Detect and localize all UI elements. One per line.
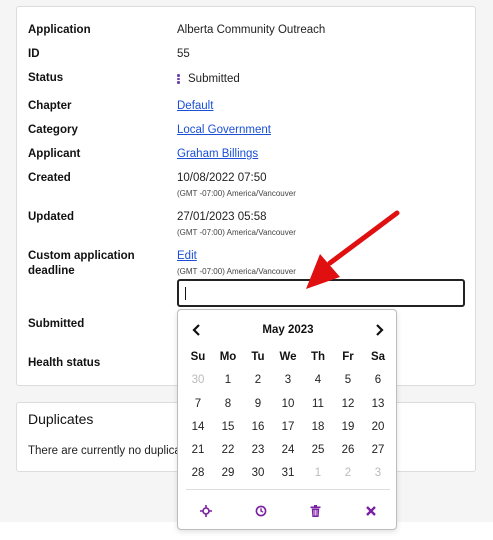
weekday-label: Fr xyxy=(342,351,354,363)
calendar-day[interactable]: 18 xyxy=(303,416,333,439)
created-value: 10/08/2022 07:50 xyxy=(177,172,267,184)
calendar-day[interactable]: 1 xyxy=(303,462,333,485)
calendar-day[interactable]: 28 xyxy=(183,462,213,485)
custom-deadline-label: Custom application deadline xyxy=(28,250,135,277)
calendar-day[interactable]: 21 xyxy=(183,439,213,462)
created-label: Created xyxy=(28,172,71,184)
calendar-week-row: 30 1 2 3 4 5 6 xyxy=(183,369,393,392)
date-picker-divider xyxy=(186,489,390,490)
calendar-day[interactable]: 22 xyxy=(213,439,243,462)
calendar-day[interactable]: 24 xyxy=(273,439,303,462)
updated-label: Updated xyxy=(28,211,74,223)
chapter-link[interactable]: Default xyxy=(177,100,213,112)
submitted-label: Submitted xyxy=(28,318,85,330)
calendar-day[interactable]: 25 xyxy=(303,439,333,462)
weekday-label: Sa xyxy=(370,351,386,363)
calendar-day[interactable]: 1 xyxy=(213,369,243,392)
trash-icon[interactable] xyxy=(288,500,343,522)
application-label: Application xyxy=(28,24,91,36)
chevron-right-icon[interactable] xyxy=(369,320,389,340)
clock-icon[interactable] xyxy=(233,500,288,522)
deadline-timezone: (GMT -07:00) America/Vancouver xyxy=(177,267,296,276)
calendar-day[interactable]: 31 xyxy=(273,462,303,485)
calendar-day[interactable]: 26 xyxy=(333,439,363,462)
calendar-day[interactable]: 27 xyxy=(363,439,393,462)
weekday-header-row: Su Mo Tu We Th Fr Sa xyxy=(183,346,393,369)
health-status-label: Health status xyxy=(28,357,101,369)
edit-deadline-link[interactable]: Edit xyxy=(177,250,197,262)
weekday-label: Tu xyxy=(251,351,265,363)
category-link[interactable]: Local Government xyxy=(177,124,271,136)
calendar-day[interactable]: 15 xyxy=(213,416,243,439)
duplicates-title: Duplicates xyxy=(28,411,94,427)
calendar-day[interactable]: 5 xyxy=(333,369,363,392)
calendar-grid: Su Mo Tu We Th Fr Sa 30 1 2 3 4 5 6 7 8 9 10 11 12 13… xyxy=(183,346,393,486)
calendar-day[interactable]: 30 xyxy=(243,462,273,485)
calendar-day[interactable]: 12 xyxy=(333,393,363,416)
status-text: Submitted xyxy=(188,73,240,85)
date-picker-toolbar xyxy=(178,500,398,522)
calendar-day[interactable]: 20 xyxy=(363,416,393,439)
id-label: ID xyxy=(28,48,40,60)
date-picker-header: May 2023 xyxy=(178,320,398,340)
weekday-label: Th xyxy=(310,351,326,363)
calendar-day[interactable]: 7 xyxy=(183,393,213,416)
calendar-day[interactable]: 8 xyxy=(213,393,243,416)
chapter-label: Chapter xyxy=(28,100,72,112)
calendar-day[interactable]: 2 xyxy=(333,462,363,485)
weekday-label: Mo xyxy=(219,351,237,363)
calendar-week-row: 14 15 16 17 18 19 20 xyxy=(183,416,393,439)
calendar-day[interactable]: 23 xyxy=(243,439,273,462)
calendar-week-row: 7 8 9 10 11 12 13 xyxy=(183,393,393,416)
id-value: 55 xyxy=(177,48,190,60)
calendar-day[interactable]: 19 xyxy=(333,416,363,439)
status-value: Submitted xyxy=(177,72,240,87)
duplicates-text: There are currently no duplicates xyxy=(28,445,188,457)
applicant-label: Applicant xyxy=(28,148,81,160)
calendar-day[interactable]: 9 xyxy=(243,393,273,416)
month-label[interactable]: May 2023 xyxy=(178,320,398,340)
status-menu-icon[interactable] xyxy=(177,73,180,85)
crosshair-icon[interactable] xyxy=(178,500,233,522)
calendar-day[interactable]: 2 xyxy=(243,369,273,392)
application-value: Alberta Community Outreach xyxy=(177,24,326,36)
calendar-day[interactable]: 3 xyxy=(363,462,393,485)
calendar-day[interactable]: 10 xyxy=(273,393,303,416)
status-label: Status xyxy=(28,72,64,84)
close-icon[interactable] xyxy=(343,500,398,522)
calendar-day[interactable]: 16 xyxy=(243,416,273,439)
calendar-week-row: 28 29 30 31 1 2 3 xyxy=(183,462,393,485)
updated-timezone: (GMT -07:00) America/Vancouver xyxy=(177,228,296,237)
calendar-day[interactable]: 3 xyxy=(273,369,303,392)
annotation-arrow-icon xyxy=(306,210,400,289)
calendar-day[interactable]: 30 xyxy=(183,369,213,392)
created-timezone: (GMT -07:00) America/Vancouver xyxy=(177,189,296,198)
calendar-day[interactable]: 13 xyxy=(363,393,393,416)
text-caret xyxy=(185,287,186,300)
calendar-day[interactable]: 11 xyxy=(303,393,333,416)
calendar-week-row: 21 22 23 24 25 26 27 xyxy=(183,439,393,462)
updated-value: 27/01/2023 05:58 xyxy=(177,211,267,223)
calendar-day[interactable]: 14 xyxy=(183,416,213,439)
calendar-day[interactable]: 6 xyxy=(363,369,393,392)
weekday-label: We xyxy=(279,351,297,363)
calendar-day[interactable]: 17 xyxy=(273,416,303,439)
calendar-day[interactable]: 29 xyxy=(213,462,243,485)
applicant-link[interactable]: Graham Billings xyxy=(177,148,258,160)
weekday-label: Su xyxy=(190,351,206,363)
category-label: Category xyxy=(28,124,78,136)
date-picker-popup: May 2023 Su Mo Tu We Th Fr Sa 30 1 2 3 4 5 6 7 8… xyxy=(177,309,397,530)
calendar-day[interactable]: 4 xyxy=(303,369,333,392)
